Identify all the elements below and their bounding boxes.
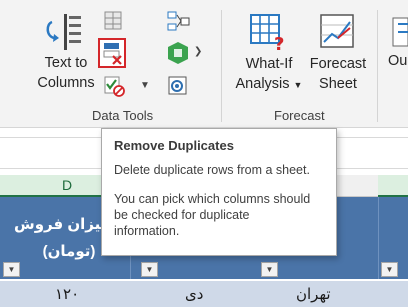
what-if-analysis-icon[interactable]: ? <box>248 12 286 55</box>
outline-icon[interactable] <box>390 14 408 50</box>
data-validation-chevron-down-icon[interactable]: ▼ <box>140 80 150 91</box>
filter-dropdown-button[interactable]: ▼ <box>141 262 158 277</box>
remove-duplicates-tooltip: Remove Duplicates Delete duplicate rows … <box>101 128 337 256</box>
tooltip-gap <box>114 178 324 191</box>
data-tools-group-label: Data Tools <box>92 108 154 123</box>
column-header-next[interactable] <box>378 175 408 197</box>
svg-text:?: ? <box>274 34 284 52</box>
filter-dropdown-button[interactable]: ▼ <box>261 262 278 277</box>
outline-label[interactable]: Ou <box>388 52 408 71</box>
header-separator <box>378 197 379 279</box>
text-to-columns-label-2[interactable]: Columns <box>36 74 96 93</box>
sales-cell[interactable]: ۱۲۰ <box>55 285 79 303</box>
flash-fill-icon[interactable] <box>102 10 126 32</box>
tooltip-title: Remove Duplicates <box>114 138 234 153</box>
month-cell[interactable]: دی <box>185 285 203 303</box>
tooltip-detail-line1: You can pick which columns should <box>114 192 311 206</box>
column-letter-d: D <box>62 177 73 193</box>
consolidate-icon[interactable] <box>166 10 190 34</box>
filter-dropdown-button[interactable]: ▼ <box>381 262 398 277</box>
what-if-analysis-label-1[interactable]: What-If <box>238 55 300 74</box>
ribbon-divider <box>221 10 222 122</box>
tooltip-detail-line2: be checked for duplicate <box>114 208 250 222</box>
what-if-analysis-label-2[interactable]: Analysis ▼ <box>234 75 304 95</box>
text-to-columns-icon[interactable] <box>42 10 84 52</box>
forecast-sheet-label-2[interactable]: Sheet <box>306 75 370 94</box>
manage-data-model-icon[interactable] <box>166 74 190 98</box>
forecast-group-label: Forecast <box>274 108 325 123</box>
city-cell[interactable]: تهران <box>296 285 331 303</box>
remove-duplicates-button[interactable] <box>98 38 126 68</box>
text-to-columns-label-1[interactable]: Text to <box>40 54 92 73</box>
ribbon-divider-2 <box>377 10 378 122</box>
filter-dropdown-button[interactable]: ▼ <box>3 262 20 277</box>
tooltip-detail-line3: information. <box>114 224 180 238</box>
relationships-chevron-down-icon[interactable]: ❯ <box>194 46 202 57</box>
sales-header-line2: (تومان) <box>42 243 96 260</box>
data-validation-icon[interactable] <box>102 74 126 98</box>
what-if-chevron-down-icon: ▼ <box>293 80 303 90</box>
forecast-sheet-label-1[interactable]: Forecast <box>306 55 370 74</box>
forecast-sheet-icon[interactable] <box>318 12 358 52</box>
tooltip-description: Delete duplicate rows from a sheet. <box>114 163 310 177</box>
relationships-icon[interactable] <box>166 40 190 66</box>
what-if-analysis-label-2-text: Analysis <box>235 76 290 92</box>
